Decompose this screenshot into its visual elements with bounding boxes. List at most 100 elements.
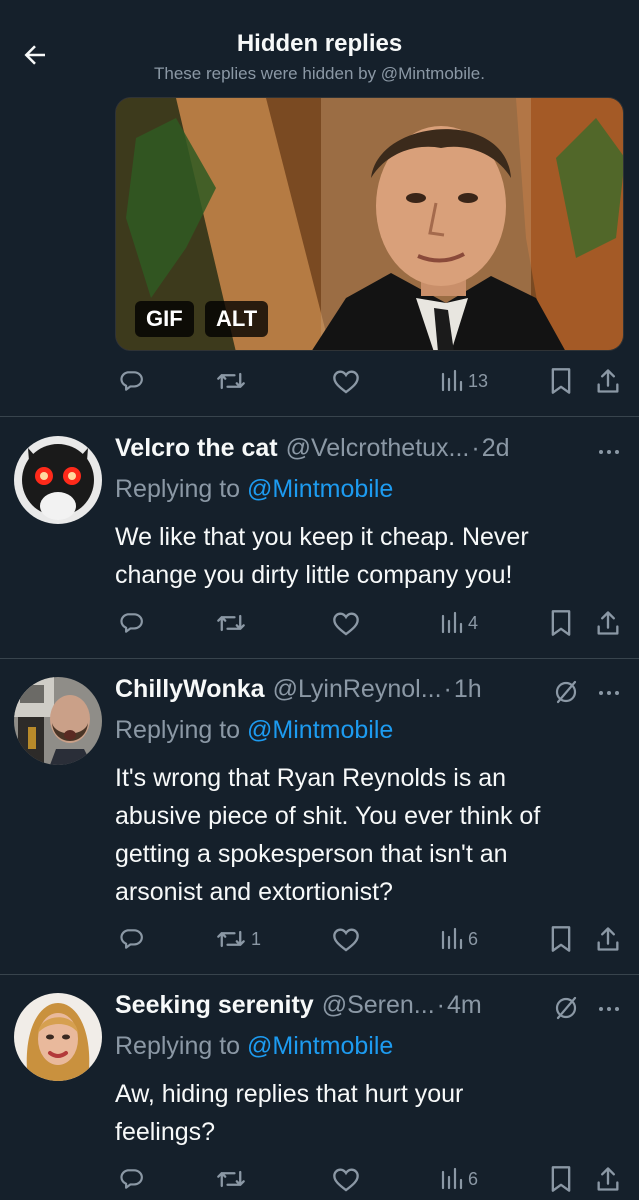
tweet-actions: 4 [115, 608, 630, 638]
tweet-header: ChillyWonka @LyinReynol... · 1h [115, 675, 595, 709]
retweet-button[interactable]: 1 [216, 924, 261, 954]
timestamp[interactable]: 4m [447, 991, 482, 1020]
tweet-actions: 1 6 [115, 924, 630, 954]
tweet-text: We like that you keep it cheap. Never ch… [115, 518, 625, 594]
retweet-icon [217, 614, 245, 632]
tweet-line: Aw, hiding replies that hurt your [115, 1080, 464, 1108]
bookmark-button[interactable] [549, 924, 573, 954]
retweet-button[interactable] [216, 608, 246, 638]
divider [0, 658, 639, 659]
reply-button[interactable] [118, 1164, 144, 1194]
timestamp[interactable]: 2d [482, 434, 510, 463]
separator-dot: · [443, 675, 452, 703]
share-button[interactable] [595, 608, 621, 638]
page-subtitle: These replies were hidden by @Mintmobile… [154, 64, 485, 83]
hidden-reply-icon [555, 996, 577, 1020]
replying-label: Replying to [115, 1032, 248, 1060]
tweet-line: change you dirty little company you! [115, 561, 513, 589]
mention-link[interactable]: @Mintmobile [247, 475, 393, 503]
user-handle[interactable]: @LyinReynol... [273, 675, 442, 704]
tweet-line: It's wrong that Ryan Reynolds is an [115, 764, 507, 792]
bookmark-button[interactable] [549, 366, 573, 396]
more-button[interactable] [596, 442, 622, 462]
tweet-header: Velcro the cat @Velcrothetux... · 2d [115, 434, 595, 468]
share-icon [597, 1167, 619, 1191]
like-icon [333, 370, 359, 394]
mention-link[interactable]: @Mintmobile [247, 1032, 393, 1060]
tweet-actions: 13 [115, 366, 630, 396]
more-button[interactable] [596, 999, 622, 1019]
like-button[interactable] [332, 924, 360, 954]
bookmark-icon [551, 1166, 571, 1192]
reply-button[interactable] [118, 608, 144, 638]
gif-media[interactable]: GIF ALT [115, 97, 624, 351]
reply-icon [120, 929, 143, 949]
reply-icon [120, 613, 143, 633]
page-title: Hidden replies [236, 30, 403, 57]
more-button[interactable] [596, 683, 622, 703]
tweet-header: Seeking serenity @Seren... · 4m [115, 991, 595, 1025]
bookmark-icon [551, 610, 571, 636]
replying-to: Replying to @Mintmobile [115, 1032, 393, 1061]
mention-link[interactable]: @Mintmobile [247, 716, 393, 744]
views-button[interactable]: 4 [441, 608, 478, 638]
bookmark-icon [551, 926, 571, 952]
hidden-reply-indicator[interactable] [552, 678, 580, 706]
like-icon [333, 1168, 359, 1192]
replying-to: Replying to @Mintmobile [115, 475, 393, 504]
top-bar: Hidden replies These replies were hidden… [0, 0, 639, 95]
avatar[interactable] [14, 993, 102, 1081]
retweet-button[interactable] [216, 366, 246, 396]
tweet-actions: 6 [115, 1164, 630, 1194]
share-icon [597, 927, 619, 951]
bookmark-button[interactable] [549, 1164, 573, 1194]
divider [0, 416, 639, 417]
replying-label: Replying to [115, 716, 248, 744]
reply-button[interactable] [118, 924, 144, 954]
views-icon [441, 927, 463, 950]
avatar[interactable] [14, 436, 102, 524]
tweet-line: getting a spokesperson that isn't an [115, 840, 508, 868]
tweet-line: abusive piece of shit. You ever think of [115, 802, 541, 830]
reply-button[interactable] [118, 366, 144, 396]
views-button[interactable]: 6 [441, 924, 478, 954]
more-icon [599, 1007, 619, 1011]
user-handle[interactable]: @Velcrothetux... [286, 434, 470, 463]
like-button[interactable] [332, 366, 360, 396]
replying-label: Replying to [115, 475, 248, 503]
more-icon [599, 450, 619, 454]
retweet-count: 1 [251, 928, 262, 949]
views-icon [441, 1167, 463, 1190]
retweet-button[interactable] [216, 1164, 246, 1194]
display-name[interactable]: ChillyWonka [115, 675, 265, 704]
bookmark-button[interactable] [549, 608, 573, 638]
hidden-reply-indicator[interactable] [552, 994, 580, 1022]
hidden-reply-icon [555, 680, 577, 704]
tweet-text: It's wrong that Ryan Reynolds is an abus… [115, 759, 625, 911]
retweet-icon [217, 372, 245, 390]
bookmark-icon [551, 368, 571, 394]
cat-avatar-image [14, 436, 102, 524]
views-count: 6 [468, 1168, 479, 1189]
separator-dot: · [436, 991, 445, 1019]
views-button[interactable]: 13 [441, 366, 488, 396]
avatar[interactable] [14, 677, 102, 765]
like-button[interactable] [332, 1164, 360, 1194]
views-icon [441, 369, 463, 392]
share-icon [597, 369, 619, 393]
share-button[interactable] [595, 1164, 621, 1194]
share-button[interactable] [595, 366, 621, 396]
more-icon [599, 691, 619, 695]
like-button[interactable] [332, 608, 360, 638]
display-name[interactable]: Velcro the cat [115, 434, 278, 463]
alt-badge[interactable]: ALT [205, 301, 269, 337]
share-button[interactable] [595, 924, 621, 954]
woman-avatar-image [14, 993, 102, 1081]
display-name[interactable]: Seeking serenity [115, 991, 314, 1020]
like-icon [333, 612, 359, 636]
views-count: 13 [468, 370, 489, 391]
timestamp[interactable]: 1h [454, 675, 482, 704]
user-handle[interactable]: @Seren... [322, 991, 435, 1020]
separator-dot: · [471, 434, 480, 462]
views-button[interactable]: 6 [441, 1164, 478, 1194]
